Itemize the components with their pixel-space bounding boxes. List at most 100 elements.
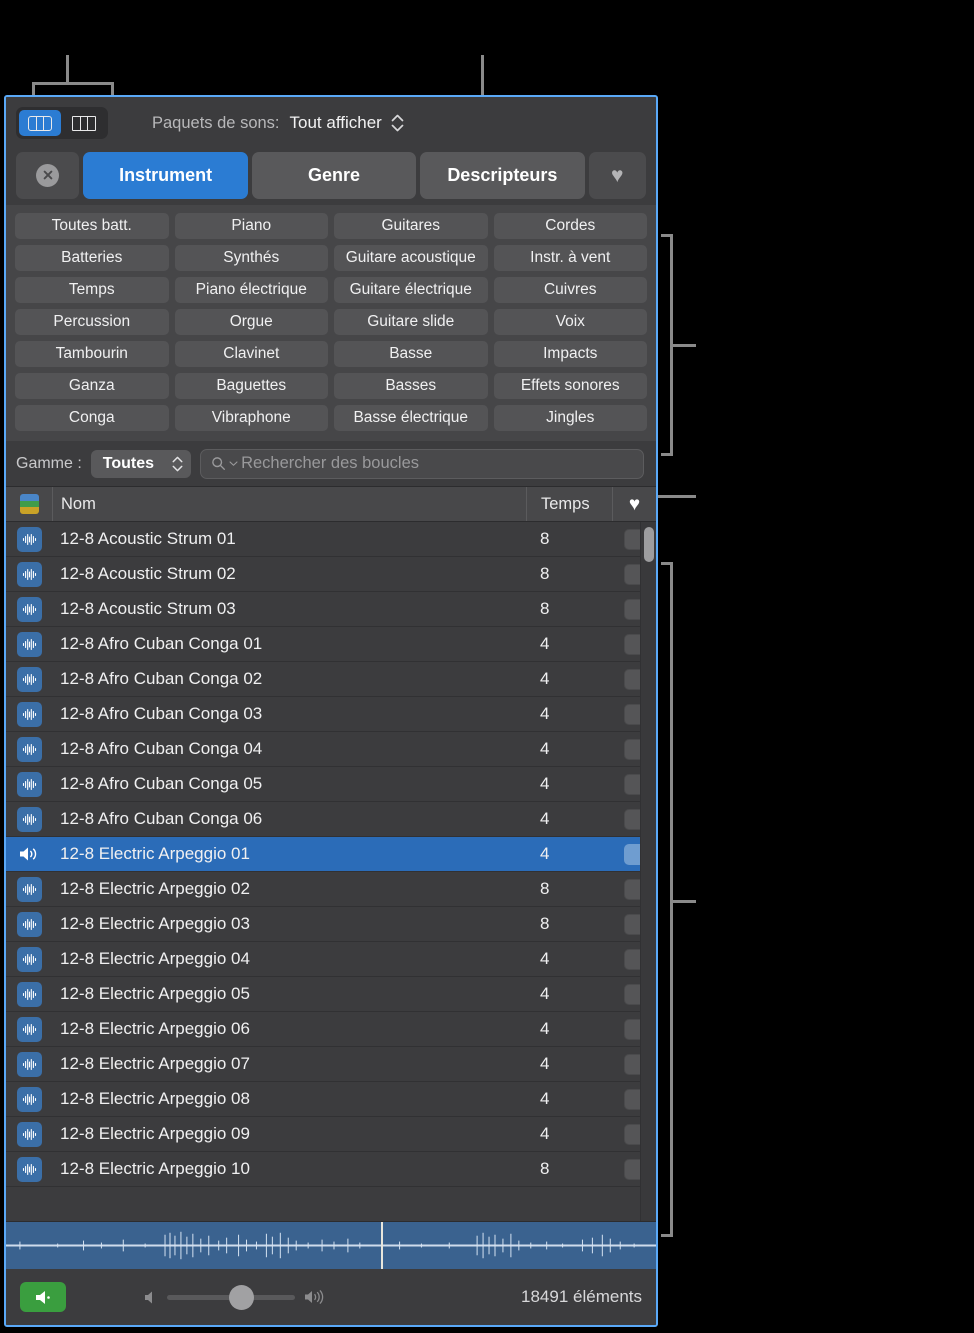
keyword-button[interactable]: Basse électrique	[334, 405, 488, 431]
keyword-button[interactable]: Effets sonores	[493, 373, 647, 399]
search-input[interactable]: Rechercher des boucles	[200, 448, 644, 479]
scrollbar-thumb[interactable]	[644, 527, 654, 562]
chevron-down-icon	[229, 461, 238, 466]
table-row[interactable]: 12-8 Electric Arpeggio 06 4	[6, 1012, 656, 1047]
waveform-preview[interactable]	[6, 1221, 656, 1269]
keyword-button[interactable]: Conga	[15, 405, 169, 431]
table-row[interactable]: 12-8 Electric Arpeggio 04 4	[6, 942, 656, 977]
row-preview-cell[interactable]	[6, 1121, 52, 1147]
keyword-button[interactable]: Temps	[15, 277, 169, 303]
keyword-button[interactable]: Batteries	[15, 245, 169, 271]
keyword-button[interactable]: Instr. à vent	[493, 245, 647, 271]
keyword-button[interactable]: Guitare slide	[334, 309, 488, 335]
keyword-button[interactable]: Baguettes	[174, 373, 328, 399]
row-time: 8	[540, 599, 550, 618]
tab-descriptors[interactable]: Descripteurs	[420, 151, 585, 199]
keyword-button[interactable]: Clavinet	[174, 341, 328, 367]
column-header-favorite[interactable]: ♥	[612, 487, 656, 521]
waveform-icon	[16, 981, 42, 1007]
table-row[interactable]: 12-8 Afro Cuban Conga 03 4	[6, 697, 656, 732]
keyword-button[interactable]: Piano	[174, 213, 328, 239]
keyword-button[interactable]: Toutes batt.	[15, 213, 169, 239]
table-row[interactable]: 12-8 Electric Arpeggio 05 4	[6, 977, 656, 1012]
heart-icon: ♥	[628, 493, 641, 515]
keyword-button[interactable]: Basses	[334, 373, 488, 399]
loop-results-list[interactable]: 12-8 Acoustic Strum 01 8 12-8 Acoustic Str…	[6, 522, 656, 1221]
callout-toolbar-bracket-right	[111, 82, 114, 96]
row-name: 12-8 Electric Arpeggio 06	[60, 1019, 250, 1038]
row-preview-cell[interactable]	[6, 842, 52, 867]
row-preview-cell[interactable]	[6, 631, 52, 657]
table-row[interactable]: 12-8 Acoustic Strum 01 8	[6, 522, 656, 557]
row-preview-cell[interactable]	[6, 1086, 52, 1112]
keyword-button[interactable]: Guitares	[334, 213, 488, 239]
keyword-button[interactable]: Impacts	[493, 341, 647, 367]
row-preview-cell[interactable]	[6, 946, 52, 972]
clear-filters-button[interactable]	[16, 151, 80, 199]
row-preview-cell[interactable]	[6, 806, 52, 832]
preview-play-button[interactable]	[20, 1282, 66, 1312]
volume-slider[interactable]	[167, 1284, 295, 1310]
row-preview-cell[interactable]	[6, 1016, 52, 1042]
table-row[interactable]: 12-8 Electric Arpeggio 02 8	[6, 872, 656, 907]
keyword-button[interactable]: Ganza	[15, 373, 169, 399]
grid-view-button[interactable]	[19, 110, 61, 136]
row-preview-cell[interactable]	[6, 981, 52, 1007]
table-row[interactable]: 12-8 Electric Arpeggio 07 4	[6, 1047, 656, 1082]
row-preview-cell[interactable]	[6, 1051, 52, 1077]
table-row[interactable]: 12-8 Electric Arpeggio 10 8	[6, 1152, 656, 1187]
column-view-button[interactable]	[63, 110, 105, 136]
keyword-button[interactable]: Vibraphone	[174, 405, 328, 431]
row-name: 12-8 Afro Cuban Conga 03	[60, 704, 263, 723]
row-name: 12-8 Acoustic Strum 01	[60, 529, 236, 548]
column-header-name[interactable]: Nom	[52, 487, 526, 521]
tab-genre[interactable]: Genre	[251, 151, 417, 199]
keyword-button[interactable]: Guitare électrique	[334, 277, 488, 303]
keyword-button[interactable]: Tambourin	[15, 341, 169, 367]
keyword-button[interactable]: Orgue	[174, 309, 328, 335]
row-preview-cell[interactable]	[6, 701, 52, 727]
keyword-button[interactable]: Synthés	[174, 245, 328, 271]
waveform-icon	[16, 1016, 42, 1042]
category-tab-bar: Instrument Genre Descripteurs ♥	[6, 149, 656, 205]
row-preview-cell[interactable]	[6, 526, 52, 552]
row-preview-cell[interactable]	[6, 666, 52, 692]
table-row[interactable]: 12-8 Afro Cuban Conga 05 4	[6, 767, 656, 802]
keyword-button[interactable]: Piano électrique	[174, 277, 328, 303]
row-preview-cell[interactable]	[6, 596, 52, 622]
row-preview-cell[interactable]	[6, 771, 52, 797]
keyword-button[interactable]: Cuivres	[493, 277, 647, 303]
table-row[interactable]: 12-8 Electric Arpeggio 01 4	[6, 837, 656, 872]
table-row[interactable]: 12-8 Acoustic Strum 03 8	[6, 592, 656, 627]
table-row[interactable]: 12-8 Electric Arpeggio 09 4	[6, 1117, 656, 1152]
keyword-button[interactable]: Jingles	[493, 405, 647, 431]
table-row[interactable]: 12-8 Afro Cuban Conga 04 4	[6, 732, 656, 767]
tab-favorites[interactable]: ♥	[588, 151, 646, 199]
playhead-marker[interactable]	[381, 1222, 383, 1269]
row-preview-cell[interactable]	[6, 561, 52, 587]
scale-popup-button[interactable]: Toutes	[90, 449, 192, 478]
keyword-button[interactable]: Cordes	[493, 213, 647, 239]
sound-packs-stepper[interactable]	[391, 114, 404, 132]
keyword-button[interactable]: Voix	[493, 309, 647, 335]
keyword-button[interactable]: Guitare acoustique	[334, 245, 488, 271]
row-preview-cell[interactable]	[6, 736, 52, 762]
volume-slider-knob[interactable]	[229, 1284, 254, 1310]
row-preview-cell[interactable]	[6, 911, 52, 937]
row-preview-cell[interactable]	[6, 876, 52, 902]
view-mode-toggle-group[interactable]	[16, 107, 108, 139]
column-header-time[interactable]: Temps	[526, 487, 612, 521]
row-preview-cell[interactable]	[6, 1156, 52, 1182]
list-scrollbar[interactable]	[640, 522, 656, 1221]
table-row[interactable]: 12-8 Afro Cuban Conga 06 4	[6, 802, 656, 837]
keyword-button[interactable]: Percussion	[15, 309, 169, 335]
waveform-icon	[16, 1051, 42, 1077]
keyword-button[interactable]: Basse	[334, 341, 488, 367]
table-row[interactable]: 12-8 Electric Arpeggio 03 8	[6, 907, 656, 942]
table-row[interactable]: 12-8 Afro Cuban Conga 02 4	[6, 662, 656, 697]
table-row[interactable]: 12-8 Electric Arpeggio 08 4	[6, 1082, 656, 1117]
tab-instrument[interactable]: Instrument	[83, 151, 248, 199]
sound-packs-value[interactable]: Tout afficher	[290, 113, 382, 133]
table-row[interactable]: 12-8 Afro Cuban Conga 01 4	[6, 627, 656, 662]
table-row[interactable]: 12-8 Acoustic Strum 02 8	[6, 557, 656, 592]
